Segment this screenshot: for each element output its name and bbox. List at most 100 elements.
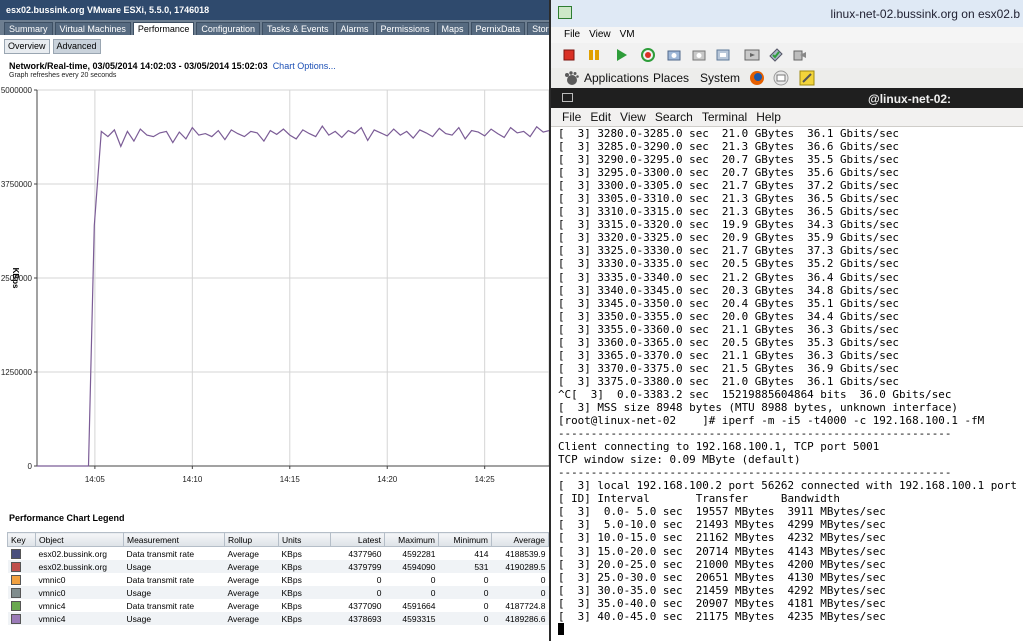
legend-maximum: 0 [430, 574, 436, 585]
vm-menu-file[interactable]: File [564, 27, 580, 43]
legend-row[interactable]: vmnic0 Data transmit rate Average KBps 0 0 0 0 [8, 573, 549, 586]
tab-alarms[interactable]: Alarms [335, 22, 374, 35]
notes-icon[interactable] [799, 70, 815, 86]
terminal-menu-edit[interactable]: Edit [590, 108, 611, 126]
places-menu[interactable]: Places [653, 71, 689, 85]
snapshot-icon[interactable] [666, 47, 682, 63]
legend-col-units[interactable]: Units [278, 532, 331, 547]
legend-col-measurement[interactable]: Measurement [123, 532, 225, 547]
y-tick-label: 5000000 [1, 86, 33, 95]
chart-title: Network/Real-time, 03/05/2014 14:02:03 -… [9, 61, 336, 71]
overview-button[interactable]: Overview [4, 39, 50, 54]
tab-performance[interactable]: Performance [132, 22, 195, 35]
vm-console-titlebar: linux-net-02.bussink.org on esx02.b [551, 0, 1023, 28]
system-menu[interactable]: System [700, 71, 740, 85]
legend-col-object[interactable]: Object [35, 532, 124, 547]
terminal-line: [ 3] 3325.0-3330.0 sec 21.7 GBytes 37.3 … [558, 244, 899, 258]
vm-menu-view[interactable]: View [589, 27, 611, 43]
legend-units: KBps [278, 586, 331, 599]
terminal-line: Client connecting to 192.168.100.1, TCP … [558, 440, 880, 454]
pause-icon[interactable] [586, 47, 602, 63]
terminal-output[interactable]: [ 3] 3280.0-3285.0 sec 21.0 GBytes 36.1 … [558, 127, 1023, 641]
legend-row[interactable]: vmnic4 Data transmit rate Average KBps 43770… [8, 599, 549, 612]
legend-row[interactable]: vmnic4 Usage Average KBps 4378693 4593315 0 418… [7, 612, 549, 625]
legend-color-swatch [10, 613, 21, 624]
legend-color-swatch [10, 548, 21, 559]
terminal-menu-file[interactable]: File [562, 108, 581, 126]
tab-tasks-events[interactable]: Tasks & Events [261, 22, 334, 35]
firefox-icon[interactable] [749, 70, 765, 86]
terminal-line: [ 3] 3295.0-3300.0 sec 20.7 GBytes 35.6 … [558, 166, 899, 180]
legend-latest: 0 [330, 586, 385, 599]
vm-menu-vm[interactable]: VM [620, 27, 635, 43]
snapshot-revert-icon[interactable] [691, 47, 707, 63]
play-icon[interactable] [613, 47, 629, 63]
terminal-line: [ 3] 3290.0-3295.0 sec 20.7 GBytes 35.5 … [558, 153, 899, 167]
legend-col-latest[interactable]: Latest [330, 532, 385, 547]
legend-measurement: Usage [123, 612, 225, 625]
legend-latest: 4377090 [348, 600, 382, 611]
legend-row[interactable]: esx02.bussink.org Data transmit rate Avera… [8, 547, 549, 561]
vsphere-client-pane: esx02.bussink.org VMware ESXi, 5.5.0, 17… [0, 0, 549, 641]
terminal-menu-terminal[interactable]: Terminal [702, 108, 747, 126]
legend-object: vmnic0 [35, 586, 124, 599]
tab-permissions[interactable]: Permissions [375, 22, 435, 35]
terminal-menu-help[interactable]: Help [756, 108, 781, 126]
terminal-line: TCP window size: 0.09 MByte (default) [558, 453, 801, 467]
tab-pernixdata[interactable]: PernixData [470, 22, 526, 35]
mail-icon[interactable] [773, 70, 789, 86]
legend-minimum: 0 [483, 600, 489, 611]
legend-row[interactable]: vmnic0 Usage Average KBps 0 0 0 0 [7, 586, 549, 599]
terminal-menu-view[interactable]: View [620, 108, 646, 126]
legend-col-maximum[interactable]: Maximum [384, 532, 439, 547]
terminal-line: [ 3] 3315.0-3320.0 sec 19.9 GBytes 34.3 … [558, 218, 899, 232]
terminal-line: [ 3] 40.0-45.0 sec 21175 MBytes 4235 MBy… [558, 609, 886, 623]
terminal-line: [ 3] 0.0- 5.0 sec 19557 MBytes 3911 MByt… [558, 505, 886, 519]
terminal-line: [ 3] 3360.0-3365.0 sec 20.5 GBytes 35.3 … [558, 335, 899, 349]
legend-minimum: 0 [483, 574, 489, 585]
terminal-prompt-line[interactable] [558, 622, 1023, 636]
legend-col-minimum[interactable]: Minimum [438, 532, 492, 547]
terminal-line: [ 3] 3370.0-3375.0 sec 21.5 GBytes 36.9 … [558, 361, 899, 375]
legend-col-average[interactable]: Average [491, 532, 549, 547]
legend-rollup: Average [227, 574, 260, 585]
legend-latest: 4378693 [330, 612, 385, 625]
legend-units: KBps [281, 548, 302, 559]
terminal-line: [ 3] 3300.0-3305.0 sec 21.7 GBytes 37.2 … [558, 179, 899, 193]
legend-rollup: Average [224, 612, 279, 625]
reset-icon[interactable] [640, 47, 656, 63]
stop-icon[interactable] [561, 47, 577, 63]
console-icon[interactable] [744, 47, 760, 63]
legend-title: Performance Chart Legend [9, 513, 125, 523]
applications-menu[interactable]: Applications [584, 71, 649, 85]
edit-settings-icon[interactable] [792, 47, 808, 63]
terminal-title: @linux-net-02: [868, 92, 952, 106]
legend-col-key[interactable]: Key [7, 532, 36, 547]
tab-summary[interactable]: Summary [4, 22, 53, 35]
terminal-menu-search[interactable]: Search [655, 108, 693, 126]
legend-latest: 4379799 [330, 560, 385, 573]
tab-configuration[interactable]: Configuration [196, 22, 260, 35]
host-tab-bar: Summary Virtual Machines Performance Config… [0, 20, 549, 35]
terminal-line: [root@linux-net-02 ]# iperf -m -i5 -t400… [558, 414, 985, 428]
snapshot-manager-icon[interactable] [715, 47, 731, 63]
legend-minimum: 531 [438, 560, 492, 573]
tab-maps[interactable]: Maps [436, 22, 469, 35]
legend-minimum: 414 [474, 548, 489, 559]
terminal-line: [ 3] 3310.0-3315.0 sec 21.3 GBytes 36.5 … [558, 205, 899, 219]
legend-average: 0 [540, 574, 546, 585]
tab-storage-vi[interactable]: Storage Vi [527, 22, 549, 35]
legend-key [7, 612, 36, 625]
legend-row[interactable]: esx02.bussink.org Usage Average KBps 4379799… [7, 560, 549, 573]
chart-options-link[interactable]: Chart Options... [273, 61, 336, 71]
terminal-line: [ ID] Interval Transfer Bandwidth [558, 492, 840, 506]
advanced-button[interactable]: Advanced [52, 39, 101, 54]
tab-virtual-machines[interactable]: Virtual Machines [54, 22, 131, 35]
legend-measurement: Usage [123, 560, 225, 573]
terminal-icon [562, 93, 573, 102]
connect-icon[interactable] [768, 47, 784, 63]
legend-object: esx02.bussink.org [35, 560, 124, 573]
legend-object: esx02.bussink.org [38, 548, 108, 559]
legend-header-row: Key Object Measurement Rollup Units Latest Max… [7, 532, 549, 547]
legend-col-rollup[interactable]: Rollup [224, 532, 279, 547]
